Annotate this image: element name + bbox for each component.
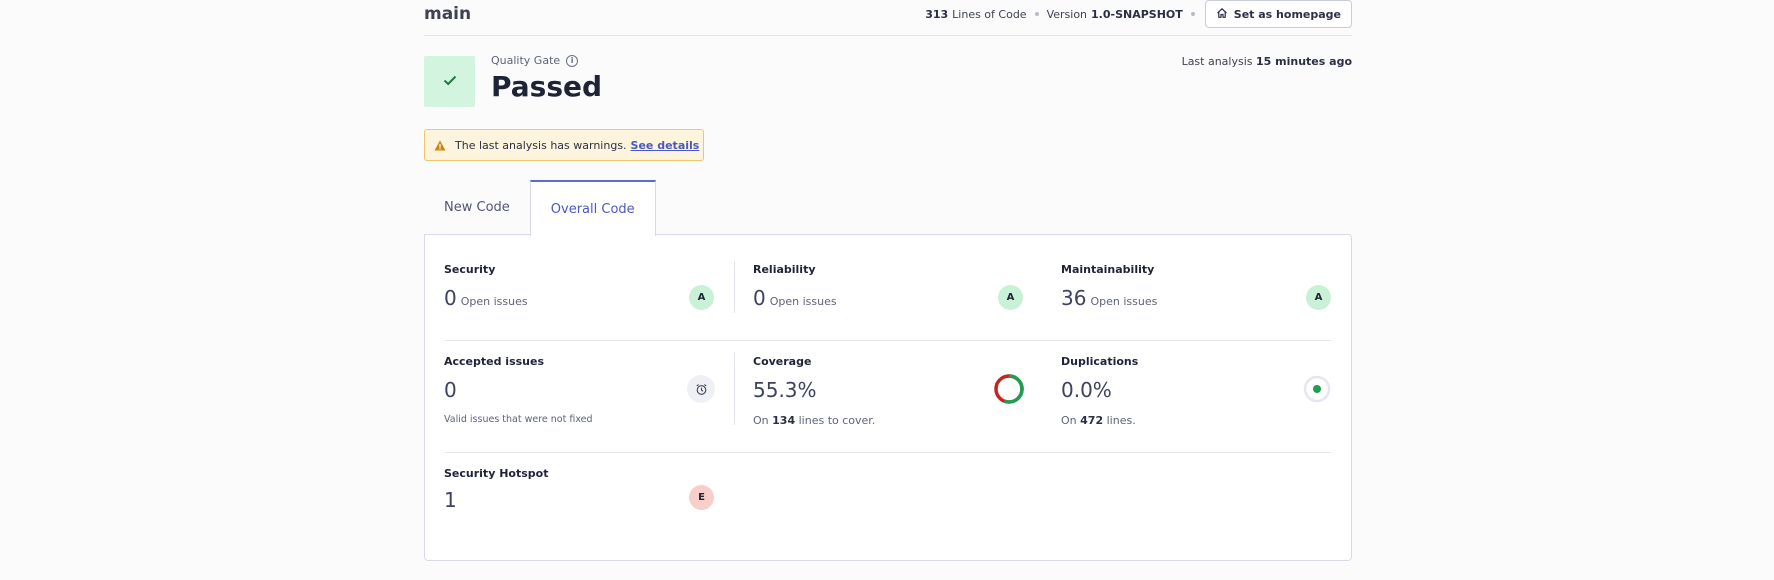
warning-icon — [425, 140, 455, 151]
security-rating-badge[interactable]: A — [689, 285, 714, 310]
duplications-on-suffix: lines. — [1106, 414, 1136, 427]
duplications-indicator-icon — [1303, 375, 1331, 403]
reliability-title: Reliability — [753, 263, 816, 276]
coverage-on-suffix: lines to cover. — [798, 414, 876, 427]
duplications-on-prefix: On — [1061, 414, 1077, 427]
maintainability-value[interactable]: 36 — [1061, 286, 1086, 310]
alarm-clock-icon — [687, 375, 715, 403]
duplications-title: Duplications — [1061, 355, 1139, 368]
duplications-lines-count[interactable]: 472 — [1080, 414, 1103, 427]
security-hotspot-metric[interactable]: Security Hotspot 1 — [444, 467, 548, 512]
separator-dot — [1190, 12, 1195, 16]
accepted-issues-title: Accepted issues — [444, 355, 545, 368]
security-hotspot-rating-badge[interactable]: E — [689, 485, 714, 510]
last-analysis-value: 15 minutes ago — [1256, 55, 1352, 68]
maintainability-rating-badge[interactable]: A — [1306, 285, 1331, 310]
coverage-metric[interactable]: Coverage 55.3% On 134 lines to cover. — [753, 355, 875, 427]
check-icon — [442, 72, 458, 92]
code-period-tabs: New Code Overall Code — [424, 180, 656, 236]
coverage-donut-icon — [993, 373, 1025, 405]
security-hotspot-title: Security Hotspot — [444, 467, 549, 480]
lines-of-code-label: Lines of Code — [952, 7, 1027, 21]
security-sub: Open issues — [460, 295, 528, 308]
reliability-sub: Open issues — [769, 295, 837, 308]
see-details-link[interactable]: See details — [631, 139, 700, 152]
analysis-warning-banner: The last analysis has warnings. See deta… — [424, 129, 704, 161]
row-divider — [445, 452, 1331, 453]
security-title: Security — [444, 263, 496, 276]
security-value[interactable]: 0 — [444, 286, 457, 310]
warning-text: The last analysis has warnings. — [455, 138, 627, 152]
version-value: 1.0-SNAPSHOT — [1091, 7, 1183, 21]
quality-gate-label: Quality Gate i — [491, 54, 579, 67]
tab-new-code[interactable]: New Code — [424, 180, 530, 234]
last-analysis-label: Last analysis — [1181, 55, 1253, 68]
quality-gate-status-icon — [424, 56, 475, 107]
row-divider — [445, 340, 1331, 341]
set-as-homepage-button[interactable]: Set as homepage — [1204, 0, 1352, 28]
info-icon[interactable]: i — [566, 54, 579, 67]
quality-gate-status: Passed — [491, 70, 603, 103]
reliability-rating-badge[interactable]: A — [998, 285, 1023, 310]
version-label: Version — [1046, 7, 1088, 21]
duplications-lines: On 472 lines. — [1061, 414, 1138, 427]
set-as-homepage-label: Set as homepage — [1233, 7, 1341, 21]
coverage-lines-count[interactable]: 134 — [772, 414, 795, 427]
separator-dot — [1034, 12, 1039, 16]
divider — [734, 353, 735, 425]
project-meta: 313 Lines of Code Version 1.0-SNAPSHOT S… — [925, 0, 1352, 28]
maintainability-title: Maintainability — [1061, 263, 1155, 276]
maintainability-sub: Open issues — [1090, 295, 1158, 308]
duplications-metric[interactable]: Duplications 0.0% On 472 lines. — [1061, 355, 1138, 427]
coverage-on-prefix: On — [753, 414, 769, 427]
accepted-issues-value[interactable]: 0 — [444, 378, 593, 402]
divider — [734, 261, 735, 313]
metrics-card: Security 0 Open issues A Reliability 0 Ope… — [424, 234, 1352, 561]
security-metric[interactable]: Security 0 Open issues — [444, 263, 528, 310]
accepted-issues-metric[interactable]: Accepted issues 0 Valid issues that were… — [444, 355, 593, 425]
coverage-value[interactable]: 55.3% — [753, 378, 875, 402]
branch-name: main — [424, 4, 472, 24]
reliability-value[interactable]: 0 — [753, 286, 766, 310]
tab-overall-code[interactable]: Overall Code — [529, 180, 656, 236]
branch-header: main 313 Lines of Code Version 1.0-SNAPS… — [424, 0, 1352, 36]
coverage-title: Coverage — [753, 355, 812, 368]
quality-gate-title: Quality Gate — [491, 54, 561, 67]
reliability-metric[interactable]: Reliability 0 Open issues — [753, 263, 837, 310]
last-analysis: Last analysis 15 minutes ago — [1182, 55, 1352, 68]
duplications-value[interactable]: 0.0% — [1061, 378, 1138, 402]
security-hotspot-value[interactable]: 1 — [444, 488, 548, 512]
home-icon — [1216, 7, 1228, 22]
maintainability-metric[interactable]: Maintainability 36 Open issues — [1061, 263, 1157, 310]
accepted-issues-note: Valid issues that were not fixed — [444, 414, 593, 425]
lines-of-code-value: 313 — [925, 7, 949, 21]
coverage-lines: On 134 lines to cover. — [753, 414, 875, 427]
